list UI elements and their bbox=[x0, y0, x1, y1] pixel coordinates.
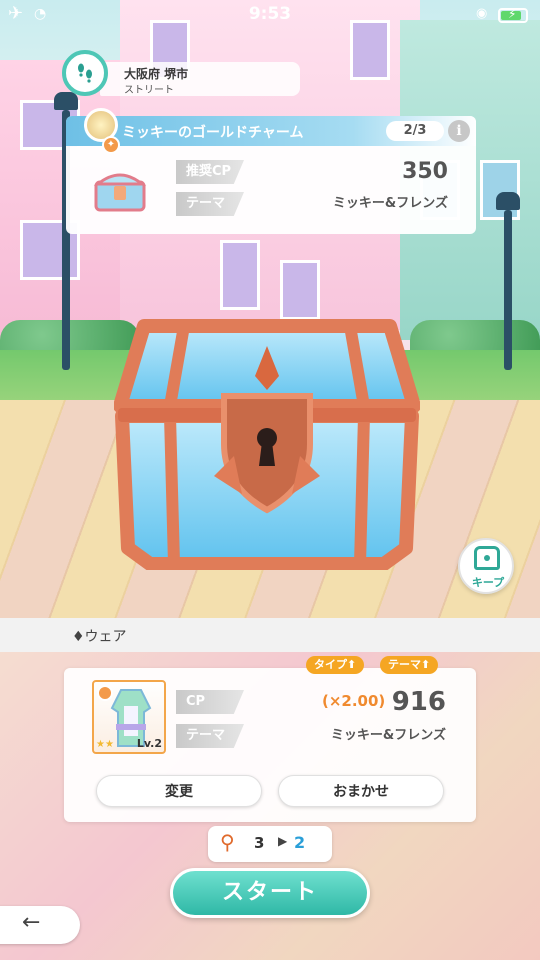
wear-section-label: ♦ウェア bbox=[72, 629, 127, 645]
chest-thumbnail-icon bbox=[93, 173, 147, 212]
wear-cp-label: CP bbox=[176, 690, 244, 714]
keep-button[interactable]: キープ bbox=[458, 538, 514, 594]
quest-progress: 2/3 bbox=[386, 121, 444, 141]
change-button[interactable]: 変更 bbox=[96, 775, 262, 807]
wear-theme-label: テーマ bbox=[176, 724, 244, 748]
cp-multiplier: (×2.00) bbox=[322, 692, 386, 710]
quest-badge-icon: ✦ bbox=[102, 136, 120, 154]
location-prefecture: 大阪府 堺市 bbox=[124, 67, 189, 81]
orientation-lock-icon: ◉ bbox=[476, 6, 488, 21]
location-street: ストリート bbox=[124, 85, 174, 96]
key-arrow: ▶ bbox=[278, 834, 288, 848]
wear-section-header: ♦ウェア bbox=[0, 618, 540, 652]
wear-theme-row: テーマ ミッキー&フレンズ bbox=[176, 724, 446, 748]
footprints-icon[interactable] bbox=[62, 50, 108, 96]
key-count-to: 2 bbox=[294, 833, 306, 852]
theme-bonus-tag: テーマ⬆ bbox=[380, 656, 439, 674]
quest-header: ミッキーのゴールドチャーム 2/3 i bbox=[66, 116, 476, 146]
wear-cp-value: 916 bbox=[391, 687, 446, 717]
start-button[interactable]: スタート bbox=[170, 868, 370, 918]
item-stars: ★★ bbox=[96, 739, 114, 750]
charging-bolt-icon: ⚡ bbox=[508, 7, 517, 21]
location-card: 大阪府 堺市 ストリート bbox=[100, 62, 300, 96]
footprints-glyph bbox=[78, 63, 92, 83]
recommended-cp-value: 350 bbox=[402, 159, 448, 184]
key-count-from: 3 bbox=[254, 834, 265, 852]
battery-icon: ⚡ bbox=[498, 7, 528, 23]
key-count: ⚲ 3 ▶ 2 bbox=[208, 826, 332, 862]
quest-theme-label: テーマ bbox=[176, 192, 244, 216]
type-bonus-tag: タイプ⬆ bbox=[306, 656, 365, 674]
quest-title: ミッキーのゴールドチャーム bbox=[122, 125, 304, 141]
wear-cp-row: CP (×2.00) 916 bbox=[176, 687, 446, 717]
wear-theme-value: ミッキー&フレンズ bbox=[330, 728, 446, 743]
key-icon: ⚲ bbox=[220, 830, 235, 854]
street-lamp-right bbox=[496, 192, 520, 370]
quest-theme-row: テーマ ミッキー&フレンズ bbox=[176, 192, 448, 216]
item-level: Lv.2 bbox=[136, 737, 162, 750]
treasure-chest[interactable] bbox=[114, 316, 420, 570]
info-icon[interactable]: i bbox=[448, 120, 470, 142]
auto-select-button[interactable]: おまかせ bbox=[278, 775, 444, 807]
back-button[interactable]: ← bbox=[0, 906, 80, 944]
back-arrow-icon: ← bbox=[22, 910, 41, 935]
keep-label: キープ bbox=[471, 576, 505, 589]
status-bar: ✈ ◔ 9:53 ◉ ⚡ bbox=[0, 0, 540, 32]
chest-icon bbox=[474, 546, 500, 570]
status-time: 9:53 bbox=[248, 4, 292, 24]
recommended-cp-row: 推奨CP 350 bbox=[176, 160, 448, 184]
recommended-cp-label: 推奨CP bbox=[176, 160, 244, 184]
quest-card[interactable]: ミッキーのゴールドチャーム 2/3 i ✦ 推奨CP 350 テーマ ミッキー&… bbox=[66, 108, 476, 234]
quest-theme-value: ミッキー&フレンズ bbox=[332, 196, 448, 211]
wear-item-thumbnail[interactable]: ★★ Lv.2 bbox=[92, 680, 166, 754]
